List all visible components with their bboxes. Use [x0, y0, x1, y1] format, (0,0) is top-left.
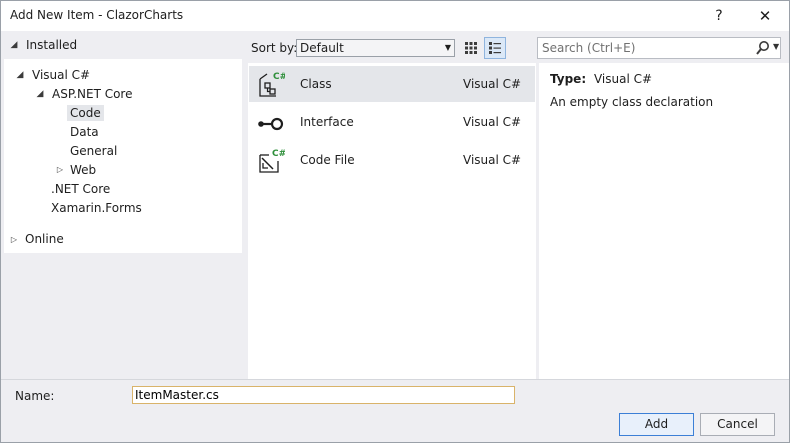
class-icon: C#	[259, 72, 285, 97]
small-icons-view-button[interactable]	[484, 37, 506, 59]
detail-type-line: Type: Visual C#	[550, 72, 652, 86]
tree-item-xamarin-forms[interactable]: Xamarin.Forms	[48, 198, 145, 217]
tree-item-label: Web	[70, 162, 97, 177]
expand-triangle-icon[interactable]: ▷	[8, 235, 20, 244]
tree-item-visual-csharp[interactable]: ◢ Visual C#	[14, 65, 93, 84]
tree-item-label: Data	[70, 124, 99, 139]
template-item-language: Visual C#	[463, 115, 522, 129]
cancel-button[interactable]: Cancel	[700, 413, 775, 436]
tree-item-label: .NET Core	[51, 181, 111, 196]
add-button[interactable]: Add	[619, 413, 694, 436]
detail-description: An empty class declaration	[550, 95, 714, 109]
expand-triangle-icon[interactable]: ▷	[54, 165, 66, 174]
list-view-icon	[489, 42, 501, 54]
tree-item-web[interactable]: ▷ Web	[54, 160, 99, 179]
template-item-name: Class	[300, 77, 332, 91]
medium-icons-view-button[interactable]	[460, 37, 482, 59]
online-section-header[interactable]: ▷ Online	[4, 229, 64, 249]
sort-by-label: Sort by:	[251, 41, 298, 55]
tree-item-label: Visual C#	[32, 67, 91, 82]
template-item-interface[interactable]: Interface Visual C#	[249, 104, 535, 140]
bottom-panel: Name: Add Cancel	[1, 379, 789, 442]
tree-item-data[interactable]: Data	[67, 122, 102, 141]
template-item-code-file[interactable]: C# Code File Visual C#	[249, 142, 535, 178]
svg-text:C#: C#	[273, 72, 285, 82]
template-item-name: Code File	[300, 153, 355, 167]
close-button[interactable]: ✕	[747, 4, 783, 28]
template-list: C# Class Visual C# Interface Visual C# C…	[248, 63, 536, 379]
tree-item-label: Code	[67, 104, 104, 121]
tree-item-aspnet-core[interactable]: ◢ ASP.NET Core	[34, 84, 135, 103]
interface-icon	[258, 117, 284, 131]
template-item-language: Visual C#	[463, 153, 522, 167]
template-categories-panel: ◢ Installed ◢ Visual C# ◢ ASP.NET Core C…	[4, 31, 246, 379]
sort-by-value: Default	[300, 41, 344, 55]
title-bar: Add New Item - ClazorCharts ? ✕	[1, 1, 789, 31]
search-icon[interactable]	[756, 40, 770, 56]
code-file-icon: C#	[259, 149, 285, 173]
window-title: Add New Item - ClazorCharts	[10, 8, 184, 22]
category-tree: ◢ Visual C# ◢ ASP.NET Core Code Data Gen…	[4, 59, 242, 253]
template-item-language: Visual C#	[463, 77, 522, 91]
tree-item-label: Xamarin.Forms	[51, 200, 142, 215]
tree-item-label: ASP.NET Core	[52, 86, 133, 101]
installed-section-header[interactable]: ◢ Installed	[4, 33, 246, 57]
detail-type-label: Type:	[550, 72, 587, 86]
sort-by-dropdown[interactable]: Default ▼	[296, 39, 455, 57]
template-details-panel: Type: Visual C# An empty class declarati…	[539, 63, 789, 379]
name-field[interactable]	[132, 386, 515, 404]
tree-item-label: General	[70, 143, 118, 158]
collapse-triangle-icon[interactable]: ◢	[34, 89, 46, 99]
template-item-class[interactable]: C# Class Visual C#	[249, 66, 535, 102]
template-item-name: Interface	[300, 115, 354, 129]
search-dropdown-arrow-icon[interactable]: ▼	[773, 42, 779, 51]
dropdown-arrow-icon: ▼	[444, 43, 451, 52]
collapse-triangle-icon[interactable]: ◢	[8, 40, 20, 50]
search-placeholder: Search (Ctrl+E)	[542, 41, 636, 55]
online-label: Online	[25, 232, 64, 246]
tree-item-general[interactable]: General	[67, 141, 120, 160]
svg-text:C#: C#	[272, 149, 285, 159]
name-label: Name:	[15, 389, 55, 403]
tree-item-code[interactable]: Code	[67, 103, 104, 122]
collapse-triangle-icon[interactable]: ◢	[14, 70, 26, 80]
search-input[interactable]: Search (Ctrl+E) ▼	[537, 37, 781, 59]
installed-label: Installed	[26, 38, 78, 52]
tree-item-dotnet-core[interactable]: .NET Core	[48, 179, 113, 198]
add-new-item-dialog: Add New Item - ClazorCharts ? ✕ ◢ Instal…	[0, 0, 790, 443]
detail-type-value: Visual C#	[593, 72, 653, 86]
help-button[interactable]: ?	[701, 4, 737, 28]
grid-view-icon	[465, 42, 477, 54]
